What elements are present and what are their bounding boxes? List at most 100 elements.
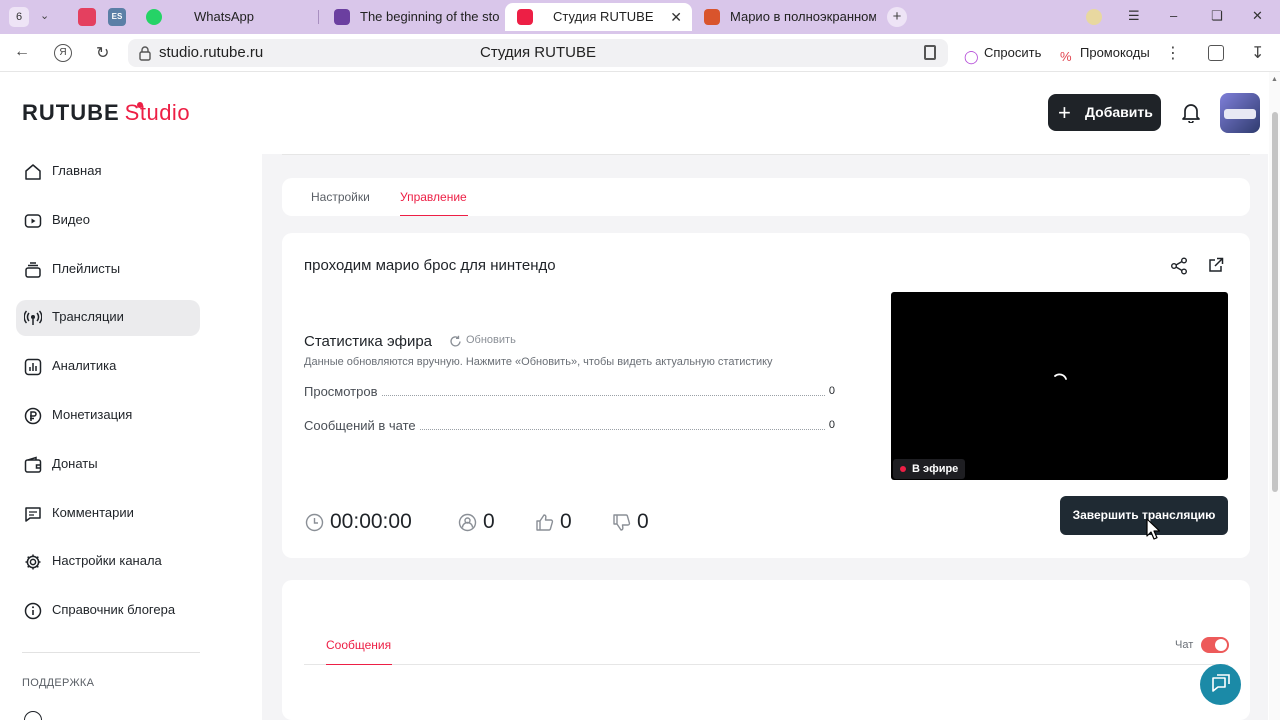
end-broadcast-button[interactable]: Завершить трансляцию — [1060, 496, 1228, 535]
download-icon[interactable]: ↧ — [1251, 43, 1264, 63]
sidebar-item-label: Комментарии — [52, 505, 134, 520]
tab-label: WhatsApp — [194, 9, 254, 24]
add-button[interactable]: + Добавить — [1048, 94, 1161, 131]
bell-icon[interactable] — [1180, 101, 1202, 123]
support-icon[interactable] — [24, 711, 42, 720]
tab-count-badge[interactable]: 6 — [9, 7, 29, 27]
header-divider — [282, 154, 1250, 155]
percent-icon: % — [1060, 49, 1072, 64]
sidebar-item-analytics[interactable]: Аналитика — [16, 349, 200, 385]
sidebar-item-blogger-guide[interactable]: Справочник блогера — [16, 593, 200, 629]
promo-label: Промокоды — [1080, 45, 1150, 60]
sidebar-item-label: Видео — [52, 212, 90, 227]
sidebar-item-home[interactable]: Главная — [16, 154, 200, 190]
menu-icon[interactable]: ☰ — [1128, 8, 1140, 24]
stream-card: проходим марио брос для нинтендо Статист… — [282, 233, 1250, 558]
wallet-icon — [24, 456, 42, 473]
page-title: Студия RUTUBE — [480, 44, 596, 61]
sidebar-item-label: Трансляции — [52, 309, 124, 324]
chat-icon — [1212, 674, 1230, 692]
chat-card: Сообщения Чат — [282, 580, 1250, 720]
tab-story[interactable]: The beginning of the story — [322, 3, 500, 31]
management-tabs: Настройки Управление — [282, 178, 1250, 216]
stream-title: проходим марио брос для нинтендо — [304, 257, 556, 274]
add-button-label: Добавить — [1085, 104, 1153, 120]
more-icon[interactable]: ⋮ — [1165, 43, 1181, 63]
tab-label: Марио в полноэкранном — [730, 9, 876, 24]
dotted-leader — [304, 395, 825, 396]
logo-sub: Studio — [124, 100, 191, 125]
broadcast-icon — [24, 310, 42, 325]
rutube-icon — [517, 9, 533, 25]
sidebar-item-label: Настройки канала — [52, 553, 162, 568]
ruble-icon — [24, 407, 42, 425]
sidebar-item-label: Донаты — [52, 456, 98, 471]
dislikes-value: 0 — [637, 510, 649, 533]
close-window-icon[interactable]: ✕ — [1252, 8, 1263, 24]
sidebar-item-playlists[interactable]: Плейлисты — [16, 252, 200, 288]
tab-mario[interactable]: Марио в полноэкранном — [692, 3, 876, 31]
support-section-title: ПОДДЕРЖКА — [22, 677, 95, 689]
stats-note: Данные обновляются вручную. Нажмите «Обн… — [304, 356, 773, 368]
stat-row-views: Просмотров 0 — [304, 384, 835, 400]
chat-toggle[interactable] — [1201, 637, 1229, 653]
logo-main: RUTUBE — [22, 100, 120, 125]
pinned-tab-icon[interactable] — [78, 8, 96, 26]
bookmark-icon[interactable] — [924, 45, 936, 60]
rutube-studio-logo[interactable]: RUTUBE Studio — [22, 100, 190, 126]
sidebar-item-channel-settings[interactable]: Настройки канала — [16, 544, 200, 580]
collections-icon[interactable] — [1208, 45, 1224, 61]
live-label: В эфире — [912, 463, 959, 475]
sidebar-item-donations[interactable]: Донаты — [16, 447, 200, 483]
extension-icon[interactable] — [1086, 9, 1102, 25]
sidebar-item-comments[interactable]: Комментарии — [16, 496, 200, 532]
tab-management[interactable]: Управление — [400, 190, 467, 204]
pinned-tab-icon[interactable]: ES — [108, 8, 126, 26]
tab-settings[interactable]: Настройки — [311, 190, 370, 204]
chat-tabs-divider — [304, 664, 1228, 665]
refresh-icon — [450, 335, 461, 347]
chevron-down-icon[interactable]: ⌄ — [40, 9, 49, 22]
tab-messages[interactable]: Сообщения — [326, 638, 391, 652]
back-icon[interactable]: ← — [14, 43, 30, 61]
scrollbar-thumb[interactable] — [1272, 112, 1278, 492]
sidebar-item-monetization[interactable]: Монетизация — [16, 398, 200, 434]
restore-icon[interactable]: ❏ — [1211, 8, 1223, 24]
home-icon — [25, 164, 41, 180]
video-player[interactable]: В эфире — [891, 292, 1228, 480]
whatsapp-icon — [146, 9, 162, 25]
tab-whatsapp[interactable]: WhatsApp — [134, 3, 314, 31]
gear-icon — [25, 554, 41, 570]
reload-icon[interactable]: ↻ — [96, 43, 109, 63]
url-field[interactable]: studio.rutube.ru Студия RUTUBE — [128, 39, 948, 67]
sidebar-item-video[interactable]: Видео — [16, 203, 200, 239]
ask-button[interactable]: ◯ Спросить — [958, 40, 1049, 66]
app-icon — [334, 9, 350, 25]
active-tab-indicator — [400, 215, 468, 216]
browser-tab-bar: 6 ⌄ ES WhatsApp The beginning of the sto… — [0, 0, 1280, 34]
playlist-icon — [25, 262, 41, 278]
tab-rutube-studio[interactable]: Студия RUTUBE ✕ — [505, 3, 692, 31]
promo-button[interactable]: % Промокоды — [1054, 40, 1158, 66]
new-tab-button[interactable]: + — [887, 7, 907, 27]
yandex-icon[interactable]: Я — [54, 44, 72, 62]
help-chat-button[interactable] — [1200, 664, 1241, 705]
page-scrollbar[interactable]: ▲ — [1269, 72, 1280, 720]
avatar[interactable] — [1220, 93, 1260, 133]
chat-bubble-icon: ◯ — [964, 49, 979, 64]
refresh-button[interactable]: Обновить — [449, 334, 516, 347]
mario-icon — [704, 9, 720, 25]
sidebar-item-broadcasts[interactable]: Трансляции — [16, 300, 200, 336]
analytics-icon — [24, 358, 42, 376]
minimize-icon[interactable]: – — [1170, 8, 1177, 23]
ask-label: Спросить — [984, 45, 1042, 60]
stat-row-chat-messages: Сообщений в чате 0 — [304, 418, 835, 434]
likes-value: 0 — [560, 510, 572, 533]
sidebar-divider — [22, 652, 200, 653]
scroll-up-icon[interactable]: ▲ — [1271, 76, 1278, 83]
close-icon[interactable]: ✕ — [670, 3, 682, 31]
duration-value: 00:00:00 — [330, 510, 412, 533]
tab-separator — [318, 10, 319, 24]
external-link-icon[interactable] — [1208, 257, 1224, 273]
share-icon[interactable] — [1170, 257, 1188, 275]
